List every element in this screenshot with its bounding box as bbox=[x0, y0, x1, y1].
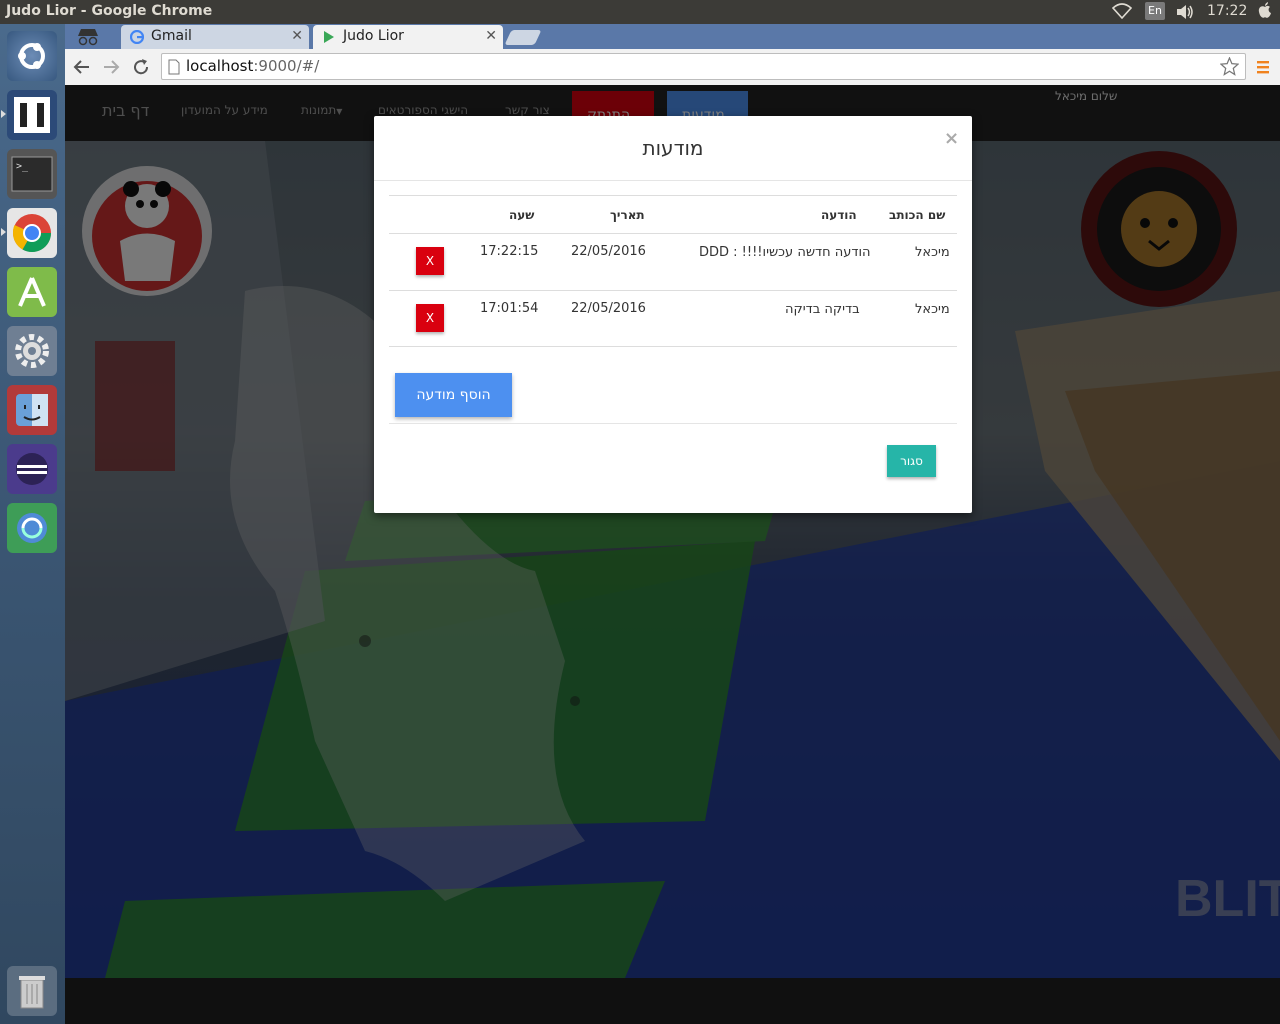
tab-label: Judo Lior bbox=[343, 28, 404, 44]
back-icon[interactable] bbox=[73, 58, 91, 76]
cell-time: 17:01:54 bbox=[480, 301, 539, 316]
modal-title: מודעות bbox=[642, 136, 704, 160]
url-host: localhost bbox=[186, 57, 254, 75]
address-bar[interactable]: localhost:9000/#/ bbox=[161, 53, 1246, 80]
divider bbox=[389, 346, 957, 347]
volume-icon[interactable] bbox=[1176, 4, 1194, 20]
messages-modal: × מודעות שם הכותב הודעה תאריך שעה מיכאל … bbox=[374, 116, 972, 513]
divider bbox=[389, 233, 957, 234]
forward-icon[interactable] bbox=[102, 58, 120, 76]
running-indicator bbox=[1, 228, 6, 236]
play-favicon-icon bbox=[324, 31, 334, 43]
bookmark-star-icon[interactable] bbox=[1220, 57, 1239, 76]
system-top-panel: Judo Lior - Google Chrome En 17:22 bbox=[0, 0, 1280, 24]
eclipse-icon[interactable] bbox=[7, 444, 57, 494]
cell-message: הודעה חדשה עכשיו!!!! : DDD bbox=[699, 245, 871, 260]
window-title: Judo Lior - Google Chrome bbox=[6, 3, 213, 19]
column-header-date: תאריך bbox=[610, 208, 645, 222]
column-header-time: שעה bbox=[509, 208, 535, 222]
brackets-icon[interactable] bbox=[7, 90, 57, 140]
browser-toolbar: localhost:9000/#/ bbox=[65, 49, 1280, 86]
divider bbox=[389, 423, 957, 424]
close-tab-icon[interactable]: ✕ bbox=[485, 25, 497, 48]
tab-judo-lior[interactable]: Judo Lior ✕ bbox=[313, 25, 503, 49]
divider bbox=[389, 290, 957, 291]
chrome-icon[interactable] bbox=[7, 208, 57, 258]
cell-date: 22/05/2016 bbox=[571, 301, 646, 316]
column-header-author: שם הכותב bbox=[889, 208, 946, 222]
clock[interactable]: 17:22 bbox=[1207, 3, 1247, 19]
cell-author: מיכאל bbox=[915, 245, 950, 260]
column-header-message: הודעה bbox=[821, 208, 857, 222]
url-path: :9000/#/ bbox=[253, 57, 320, 75]
cell-author: מיכאל bbox=[915, 302, 950, 317]
tab-label: Gmail bbox=[151, 28, 192, 44]
delete-message-button[interactable]: X bbox=[416, 247, 444, 275]
cell-date: 22/05/2016 bbox=[571, 244, 646, 259]
software-updater-icon[interactable] bbox=[7, 503, 57, 553]
apple-menu-icon[interactable] bbox=[1257, 2, 1273, 20]
cell-message: בדיקה בדיקה bbox=[785, 302, 860, 317]
android-studio-icon[interactable] bbox=[7, 267, 57, 317]
cell-time: 17:22:15 bbox=[480, 244, 539, 259]
system-settings-icon[interactable] bbox=[7, 326, 57, 376]
browser-tab-strip: Gmail ✕ Judo Lior ✕ bbox=[65, 24, 1280, 49]
unity-launcher: >_ bbox=[0, 24, 66, 1024]
divider bbox=[389, 195, 957, 196]
wifi-icon[interactable] bbox=[1112, 3, 1132, 19]
incognito-icon bbox=[78, 29, 98, 46]
page-icon bbox=[168, 59, 180, 75]
chrome-menu-icon[interactable] bbox=[1256, 59, 1270, 75]
trash-icon[interactable] bbox=[7, 966, 57, 1016]
divider bbox=[374, 180, 972, 181]
add-message-button[interactable]: הוסף מודעה bbox=[395, 373, 512, 417]
keyboard-layout-indicator[interactable]: En bbox=[1145, 2, 1165, 20]
new-tab-button[interactable] bbox=[504, 30, 542, 45]
google-icon bbox=[130, 30, 144, 44]
ubuntu-dash-icon[interactable] bbox=[7, 31, 57, 81]
tab-gmail[interactable]: Gmail ✕ bbox=[121, 25, 309, 49]
finder-icon[interactable] bbox=[7, 385, 57, 435]
close-modal-button[interactable]: סגור bbox=[887, 445, 936, 477]
delete-message-button[interactable]: X bbox=[416, 304, 444, 332]
web-page: דף בית מידע על המועדון תמונות▼ הישגי הספ… bbox=[65, 85, 1280, 1024]
running-indicator bbox=[1, 110, 6, 118]
terminal-icon[interactable]: >_ bbox=[7, 149, 57, 199]
svg-text:>_: >_ bbox=[16, 161, 29, 172]
reload-icon[interactable] bbox=[131, 57, 151, 77]
close-tab-icon[interactable]: ✕ bbox=[291, 25, 303, 48]
